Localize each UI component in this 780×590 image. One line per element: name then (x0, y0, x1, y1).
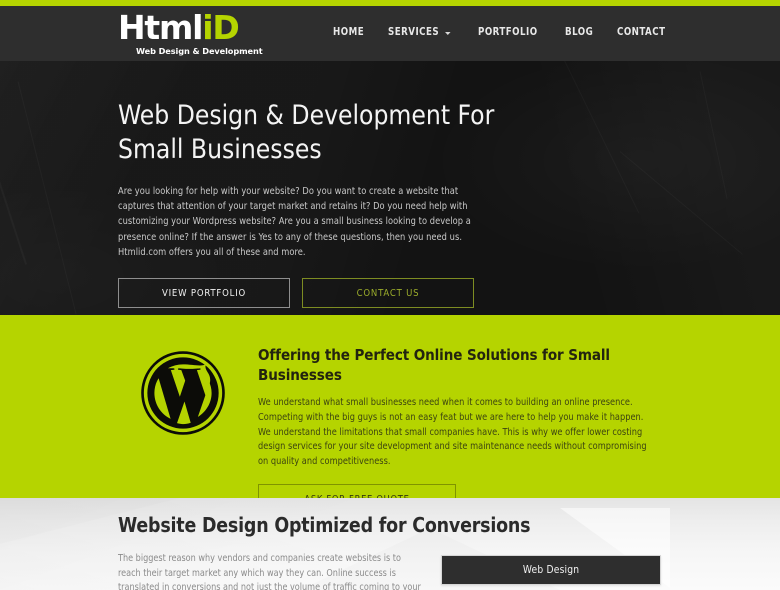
nav-item-portfolio-label: PORTFOLIO (477, 26, 538, 38)
conversions-section: Website Design Optimized for Conversions… (0, 498, 780, 590)
view-portfolio-button[interactable]: VIEW PORTFOLIO (118, 278, 290, 309)
nav-item-portfolio[interactable]: PORTFOLIO (478, 26, 538, 38)
nav-item-contact[interactable]: CONTACT (617, 26, 665, 38)
solutions-content: Offering the Perfect Online Solutions fo… (258, 345, 670, 515)
main-navigation: HOME SERVICES PORTFOLIO BLOG CONTACT (333, 26, 670, 38)
header-inner: HtmliD Web Design & Development HOME SER… (0, 6, 780, 61)
hero-button-group: VIEW PORTFOLIO CONTACT US (118, 278, 678, 309)
hero-texture-streak (699, 71, 727, 198)
logo-text-accent: iD (202, 8, 240, 47)
hero-texture-streak (0, 122, 27, 265)
nav-item-contact-label: CONTACT (617, 26, 666, 38)
hero-content: Web Design & Development For Small Busin… (118, 99, 678, 309)
contact-us-button[interactable]: CONTACT US (302, 278, 474, 309)
logo-wordmark: HtmliD (118, 11, 318, 45)
accordion-item-label: Web Design (522, 564, 580, 576)
hero-texture-streak (17, 81, 76, 314)
logo-text-main: Html (118, 8, 204, 47)
site-header: HtmliD Web Design & Development HOME SER… (0, 6, 780, 61)
nav-item-services-label: SERVICES (388, 26, 440, 38)
hero-title: Web Design & Development For Small Busin… (118, 100, 495, 165)
accordion-item-web-design[interactable]: Web Design (441, 555, 661, 585)
hero-paragraph: Are you looking for help with your websi… (118, 186, 471, 258)
logo-tagline: Web Design & Development (136, 46, 263, 56)
page-root: HtmliD Web Design & Development HOME SER… (0, 0, 780, 590)
hero-section: Web Design & Development For Small Busin… (0, 61, 780, 315)
nav-item-home-label: HOME (332, 26, 364, 38)
solutions-paragraph: We understand what small businesses need… (258, 397, 647, 468)
nav-item-blog[interactable]: BLOG (565, 26, 593, 38)
nav-item-services[interactable]: SERVICES (388, 26, 451, 38)
nav-item-blog-label: BLOG (564, 26, 593, 38)
conversions-paragraph: The biggest reason why vendors and compa… (118, 553, 421, 590)
site-logo[interactable]: HtmliD Web Design & Development (118, 11, 318, 57)
wordpress-logo-icon (139, 349, 227, 437)
solutions-title: Offering the Perfect Online Solutions fo… (258, 346, 610, 384)
chevron-down-icon (445, 31, 451, 35)
conversions-title: Website Design Optimized for Conversions (118, 513, 531, 537)
nav-item-home[interactable]: HOME (333, 26, 364, 38)
solutions-section: Offering the Perfect Online Solutions fo… (0, 315, 780, 515)
